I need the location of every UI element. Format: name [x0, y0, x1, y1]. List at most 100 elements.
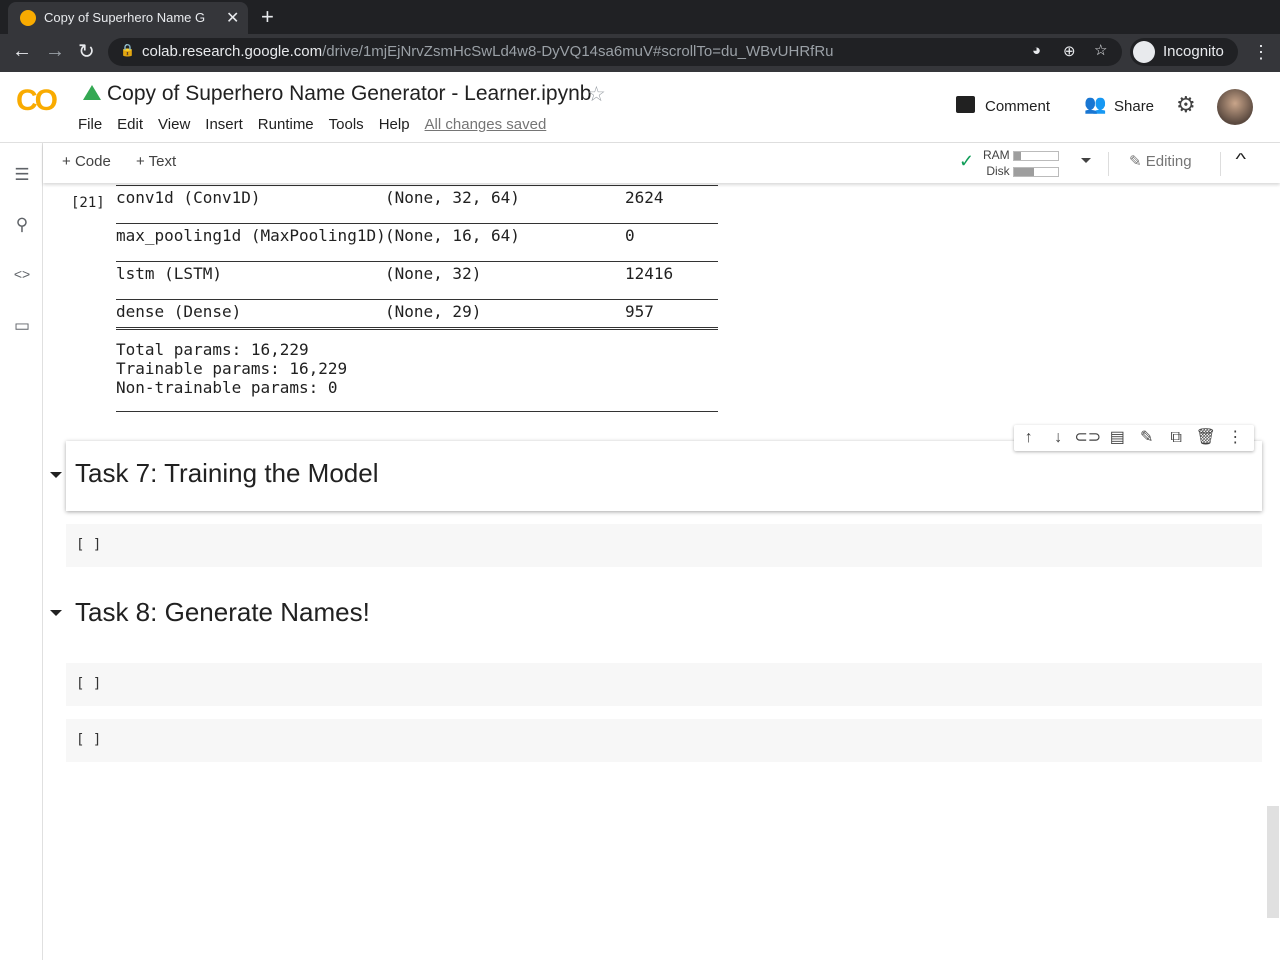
url-host: colab.research.google.com: [142, 43, 323, 60]
colab-header: CO Copy of Superhero Name Generator - Le…: [0, 72, 1280, 143]
delete-icon[interactable]: 🗑: [1191, 425, 1221, 451]
code-cell[interactable]: [ ]: [66, 524, 1262, 567]
disk-usage-bar: [1013, 166, 1060, 177]
settings-gear-icon[interactable]: ⚙: [1176, 92, 1196, 118]
back-icon[interactable]: ←: [12, 40, 32, 63]
row-divider: [116, 261, 718, 262]
colab-favicon: [20, 10, 36, 26]
incognito-badge[interactable]: Incognito: [1130, 38, 1238, 66]
cell-toolbar: ↑ ↓ ⊂⊃ ▤ ✎ ⧉ 🗑 ⋮: [1014, 425, 1254, 451]
layer-params: 12416: [625, 264, 674, 283]
more-options-icon[interactable]: ⋮: [1221, 425, 1251, 451]
run-cell-button[interactable]: [ ]: [76, 676, 101, 692]
layer-name: conv1d (Conv1D): [116, 188, 261, 207]
non-trainable-params: Non-trainable params: 0: [116, 378, 338, 397]
colab-logo: CO: [16, 84, 58, 117]
incognito-icon: [1133, 41, 1155, 63]
menu-runtime[interactable]: Runtime: [258, 116, 314, 133]
notebook-title[interactable]: Copy of Superhero Name Generator - Learn…: [107, 82, 591, 106]
browser-tab[interactable]: Copy of Superhero Name G ✕: [8, 2, 248, 34]
ram-label: RAM: [983, 148, 1010, 162]
save-status-link[interactable]: All changes saved: [425, 116, 547, 133]
run-cell-button[interactable]: [ ]: [76, 732, 101, 748]
collapse-header-icon[interactable]: ^: [1235, 151, 1246, 169]
add-code-label: Code: [74, 153, 111, 170]
menu-bar: File Edit View Insert Runtime Tools Help All ch…: [78, 116, 561, 134]
row-divider: [116, 223, 718, 224]
connected-check-icon: ✓: [959, 151, 975, 171]
row-divider: [116, 185, 718, 186]
menu-tools[interactable]: Tools: [329, 116, 364, 133]
table-of-contents-icon[interactable]: ☰: [12, 165, 32, 185]
layer-output-shape: (None, 29): [385, 302, 482, 321]
add-code-button[interactable]: + Code: [62, 153, 111, 170]
star-icon[interactable]: ☆: [587, 82, 606, 107]
resource-monitor[interactable]: RAM Disk: [983, 147, 1060, 179]
menu-file[interactable]: File: [78, 116, 102, 133]
lock-icon: 🔒: [120, 43, 135, 57]
comment-button[interactable]: Comment: [985, 98, 1050, 115]
layer-params: 0: [625, 226, 635, 245]
reload-icon[interactable]: ↻: [78, 39, 95, 64]
new-tab-icon[interactable]: +: [261, 4, 274, 30]
forward-icon[interactable]: →: [45, 40, 65, 63]
editing-mode-button[interactable]: ✎ Editing: [1129, 152, 1192, 170]
pencil-icon: ✎: [1129, 153, 1142, 170]
url-input[interactable]: 🔒 colab.research.google.com/drive/1mjEjN…: [108, 38, 1122, 66]
layer-output-shape: (None, 32, 64): [385, 188, 520, 207]
comment-icon: [956, 96, 975, 113]
total-params: Total params: 16,229: [116, 340, 309, 359]
close-tab-icon[interactable]: ✕: [226, 8, 239, 28]
incognito-label: Incognito: [1163, 43, 1224, 60]
model-summary-output: [21] conv1d (Conv1D) (None, 32, 64) 2624…: [0, 183, 1280, 423]
link-icon[interactable]: ⊂⊃: [1073, 425, 1103, 451]
section-heading: Task 8: Generate Names!: [75, 597, 370, 627]
share-button[interactable]: Share: [1114, 98, 1154, 115]
summary-separator: [116, 327, 718, 330]
move-up-icon[interactable]: ↑: [1014, 425, 1044, 451]
execution-count: [21]: [71, 195, 105, 211]
menu-help[interactable]: Help: [379, 116, 410, 133]
mirror-cell-icon[interactable]: ⧉: [1162, 425, 1192, 451]
layer-name: dense (Dense): [116, 302, 242, 321]
disk-label: Disk: [986, 164, 1010, 178]
comment-icon[interactable]: ▤: [1103, 425, 1133, 451]
code-cell[interactable]: [ ]: [66, 663, 1262, 706]
drive-icon: [83, 85, 101, 100]
summary-divider: [116, 411, 718, 412]
menu-edit[interactable]: Edit: [117, 116, 143, 133]
menu-insert[interactable]: Insert: [205, 116, 243, 133]
run-cell-button[interactable]: [ ]: [76, 537, 101, 553]
layer-output-shape: (None, 16, 64): [385, 226, 520, 245]
tab-title: Copy of Superhero Name G: [44, 10, 206, 25]
people-icon: 👥: [1084, 94, 1107, 114]
scrollbar[interactable]: [1267, 806, 1279, 918]
move-down-icon[interactable]: ↓: [1044, 425, 1074, 451]
ram-usage-bar: [1013, 150, 1060, 161]
collapse-section-icon[interactable]: [50, 472, 62, 478]
edit-pencil-icon[interactable]: ✎: [1132, 425, 1162, 451]
editing-label: Editing: [1145, 153, 1192, 170]
collapse-section-icon[interactable]: [50, 610, 62, 616]
notebook-toolbar: + Code + Text ✓ RAM Disk ✎ Editing ^: [43, 143, 1280, 183]
layer-params: 2624: [625, 188, 664, 207]
bookmark-star-icon[interactable]: ☆: [1094, 41, 1107, 59]
layer-output-shape: (None, 32): [385, 264, 482, 283]
layer-name: max_pooling1d (MaxPooling1D): [116, 226, 386, 245]
zoom-icon[interactable]: ⊕: [1063, 42, 1076, 60]
section-heading: Task 7: Training the Model: [75, 458, 379, 488]
trainable-params: Trainable params: 16,229: [116, 359, 348, 378]
row-divider: [116, 299, 718, 300]
browser-tab-bar: Copy of Superhero Name G ✕ +: [0, 0, 1280, 34]
menu-view[interactable]: View: [158, 116, 190, 133]
browser-menu-icon[interactable]: ⋮: [1252, 42, 1270, 63]
runtime-dropdown-icon[interactable]: [1081, 158, 1091, 163]
url-path: /drive/1mjEjNrvZsmHcSwLd4w8-DyVQ14sa6muV…: [322, 43, 834, 60]
add-text-label: Text: [148, 153, 177, 170]
cookie-blocked-icon[interactable]: ◕: [1032, 42, 1041, 59]
code-cell[interactable]: [ ]: [66, 719, 1262, 762]
layer-params: 957: [625, 302, 654, 321]
add-text-button[interactable]: + Text: [136, 153, 176, 170]
layer-name: lstm (LSTM): [116, 264, 222, 283]
avatar[interactable]: [1217, 89, 1253, 125]
